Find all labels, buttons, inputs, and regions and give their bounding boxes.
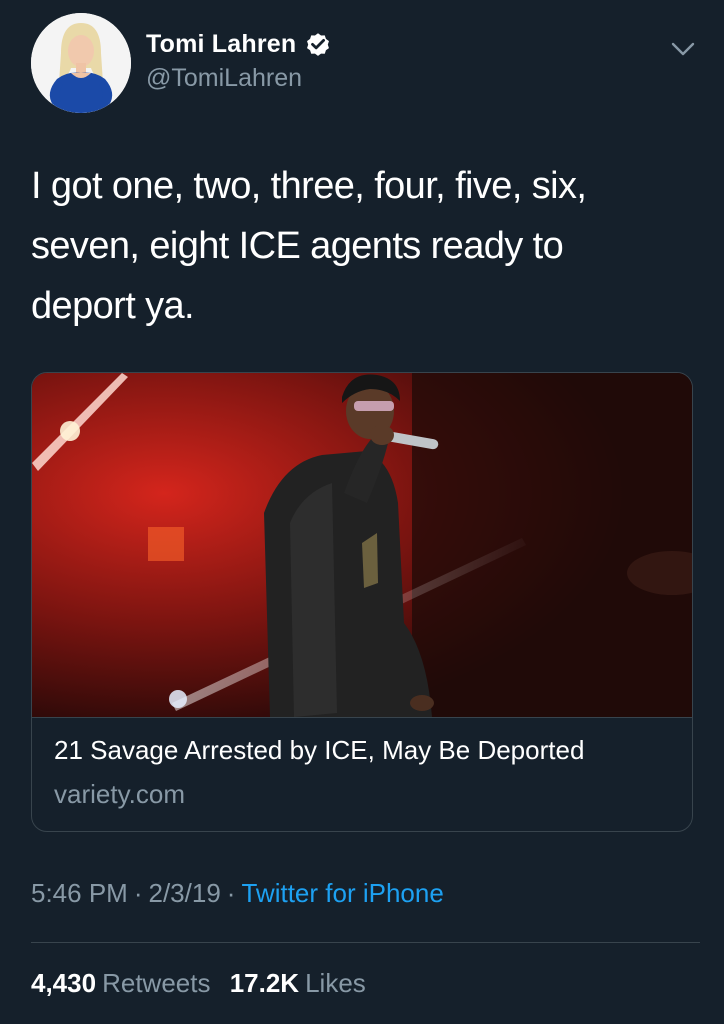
author-name-row[interactable]: Tomi Lahren — [146, 28, 332, 60]
likes-stat[interactable]: 17.2K Likes — [230, 968, 366, 999]
tweet-date[interactable]: 2/3/19 — [149, 878, 221, 908]
meta-separator: · — [133, 878, 143, 908]
card-domain: variety.com — [54, 779, 185, 809]
card-divider — [32, 717, 692, 718]
retweets-count: 4,430 — [31, 968, 97, 998]
retweets-label: Retweets — [102, 968, 211, 998]
display-name[interactable]: Tomi Lahren — [146, 30, 296, 59]
tweet-source-link[interactable]: Twitter for iPhone — [241, 878, 443, 908]
author-handle[interactable]: @TomiLahren — [146, 64, 302, 93]
retweets-stat[interactable]: 4,430 Retweets — [31, 968, 210, 999]
tweet-text-line: seven, eight ICE agents ready to — [31, 225, 564, 267]
avatar[interactable] — [31, 13, 131, 113]
card-title[interactable]: 21 Savage Arrested by ICE, May Be Deport… — [54, 735, 674, 766]
tweet-stats: 4,430 Retweets 17.2K Likes — [31, 968, 378, 999]
tweet-text-line: I got one, two, three, four, five, six, — [31, 165, 587, 207]
chevron-down-icon[interactable] — [668, 34, 698, 64]
tweet-meta: 5:46 PM · 2/3/19 · Twitter for iPhone — [31, 878, 444, 909]
tweet: Tomi Lahren @TomiLahren I got one, two, … — [0, 0, 724, 1024]
meta-separator: · — [226, 878, 236, 908]
stats-divider — [31, 942, 700, 943]
verified-badge-icon — [304, 30, 332, 58]
profile-photo — [31, 13, 131, 113]
tweet-time[interactable]: 5:46 PM — [31, 878, 128, 908]
performer-on-stage-photo — [32, 373, 692, 717]
card-image[interactable] — [32, 373, 692, 717]
tweet-text: I got one, two, three, four, five, six, … — [31, 156, 671, 336]
likes-label: Likes — [305, 968, 366, 998]
tweet-text-line: deport ya. — [31, 285, 195, 327]
link-preview-card[interactable]: 21 Savage Arrested by ICE, May Be Deport… — [31, 372, 693, 832]
likes-count: 17.2K — [229, 968, 300, 998]
